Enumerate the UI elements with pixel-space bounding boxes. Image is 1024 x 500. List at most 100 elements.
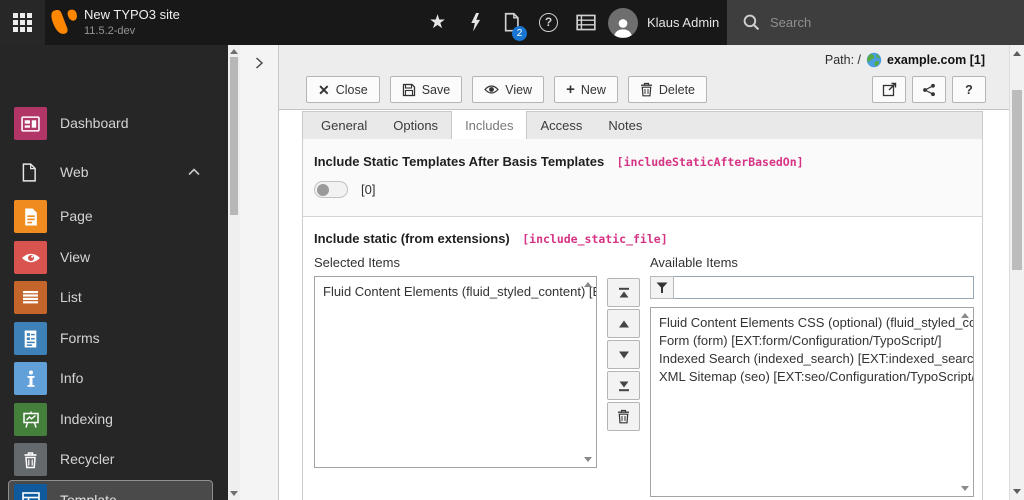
docheader-buttons-left: ✕ Close Save View + New Delete: [306, 76, 707, 103]
tab-options[interactable]: Options: [380, 112, 451, 139]
close-button[interactable]: ✕ Close: [306, 76, 380, 103]
sidebar-item-label: Recycler: [60, 451, 115, 467]
sidebar-item-view[interactable]: View: [0, 237, 228, 278]
tab-bar: General Options Includes Access Notes: [302, 111, 983, 141]
scroll-up-arrow-icon[interactable]: [1013, 51, 1021, 56]
trash-icon: [618, 409, 629, 424]
list-item[interactable]: XML Sitemap (seo) [EXT:seo/Configuration…: [651, 368, 973, 386]
sidebar-item-recycler[interactable]: Recycler: [0, 439, 228, 480]
move-to-top-button[interactable]: [607, 278, 640, 307]
expand-pagetree-button[interactable]: [248, 53, 270, 75]
clear-cache-button[interactable]: [456, 0, 493, 45]
sidebar-item-label: List: [60, 289, 82, 305]
help-button[interactable]: ?: [952, 76, 986, 103]
docheader: Path: / example.com [1] ✕ Close Save Vie…: [279, 45, 1009, 110]
delete-button[interactable]: Delete: [627, 76, 707, 103]
toggle-row: [0]: [314, 181, 971, 198]
search-bar: [727, 0, 1024, 45]
list-item[interactable]: Indexed Search (indexed_search) [EXT:ind…: [651, 350, 973, 368]
scroll-down-arrow-icon[interactable]: [230, 491, 238, 496]
site-title: New TYPO3 site: [84, 7, 180, 22]
help-button[interactable]: ?: [530, 0, 567, 45]
remove-item-button[interactable]: [607, 402, 640, 431]
new-button[interactable]: + New: [554, 76, 618, 103]
list-item[interactable]: Fluid Content Elements CSS (optional) (f…: [651, 308, 973, 332]
item-move-controls: [607, 255, 640, 497]
search-input[interactable]: [770, 15, 970, 30]
web-document-icon: [22, 163, 36, 182]
field-title: Include Static Templates After Basis Tem…: [314, 154, 605, 169]
trash-icon: [640, 82, 652, 97]
scrollbar-thumb[interactable]: [1012, 90, 1022, 270]
toggle-switch-off[interactable]: [314, 181, 348, 198]
sidebar-item-template-active[interactable]: Template: [8, 480, 213, 500]
breadcrumb: Path: / example.com [1]: [825, 52, 985, 68]
scroll-up-arrow-icon[interactable]: [961, 313, 969, 318]
sidebar-item-forms[interactable]: Forms: [0, 318, 228, 359]
open-documents-button[interactable]: 2: [493, 0, 530, 45]
sidebar-section-web[interactable]: Web: [0, 155, 228, 189]
scroll-up-arrow-icon[interactable]: [584, 282, 592, 287]
tab-panel: Include Static Templates After Basis Tem…: [302, 139, 983, 500]
chevron-right-icon: [255, 56, 264, 69]
star-icon: ★: [428, 12, 447, 33]
list-item[interactable]: Form (form) [EXT:form/Configuration/Typo…: [651, 332, 973, 350]
sidebar-item-page[interactable]: Page: [0, 196, 228, 237]
sidebar-item-list[interactable]: List: [0, 277, 228, 318]
content-module: Path: / example.com [1] ✕ Close Save Vie…: [279, 45, 1009, 500]
available-items-column: Available Items Fluid Content Elements C…: [650, 255, 974, 497]
filter-button[interactable]: [650, 276, 674, 299]
module-menu: Dashboard Web Page View List Forms Info …: [0, 45, 228, 500]
open-in-new-window-button[interactable]: [872, 76, 906, 103]
scroll-down-arrow-icon[interactable]: [961, 486, 969, 491]
move-to-bottom-icon: [618, 381, 629, 391]
user-avatar: [608, 7, 638, 38]
sidebar-item-info[interactable]: Info: [0, 358, 228, 399]
close-icon: ✕: [318, 81, 330, 98]
scroll-down-arrow-icon[interactable]: [584, 457, 592, 462]
scroll-up-arrow-icon[interactable]: [230, 49, 238, 54]
module-menu-toggle-button[interactable]: [0, 0, 45, 45]
selected-items-label: Selected Items: [314, 255, 400, 270]
sidebar-item-label: Page: [60, 208, 93, 224]
available-items-label: Available Items: [650, 255, 738, 270]
save-button[interactable]: Save: [389, 76, 463, 103]
selected-items-listbox[interactable]: Fluid Content Elements (fluid_styled_con…: [314, 276, 597, 468]
content-scrollbar[interactable]: [1009, 45, 1024, 500]
bookmark-button[interactable]: ★: [419, 0, 456, 45]
tab-general[interactable]: General: [308, 112, 380, 139]
funnel-icon: [656, 282, 668, 293]
topbar: New TYPO3 site 11.5.2-dev ★ 2 ? Klaus Ad…: [0, 0, 1024, 45]
trash-icon: [14, 443, 47, 476]
view-button[interactable]: View: [472, 76, 545, 103]
sidebar-item-label: Dashboard: [60, 115, 129, 131]
tab-notes[interactable]: Notes: [595, 112, 655, 139]
scroll-down-arrow-icon[interactable]: [1013, 489, 1021, 494]
system-information-button[interactable]: [567, 0, 604, 45]
tab-access[interactable]: Access: [527, 112, 595, 139]
share-icon: [923, 83, 935, 96]
module-menu-scrollbar[interactable]: [228, 45, 240, 500]
chevron-up-icon: [188, 168, 200, 176]
question-mark-icon: ?: [539, 13, 558, 32]
share-button[interactable]: [912, 76, 946, 103]
path-site: example.com [1]: [887, 53, 985, 67]
indexing-chart-icon: [14, 403, 47, 436]
tab-includes-active[interactable]: Includes: [451, 111, 528, 141]
list-item[interactable]: Fluid Content Elements (fluid_styled_con…: [315, 277, 596, 301]
sidebar-item-dashboard[interactable]: Dashboard: [0, 103, 228, 144]
list-icon: [14, 281, 47, 314]
move-to-bottom-button[interactable]: [607, 371, 640, 400]
path-prefix: Path: /: [824, 53, 862, 67]
arrow-up-icon: [618, 320, 629, 327]
typo3-backend: New TYPO3 site 11.5.2-dev ★ 2 ? Klaus Ad…: [0, 0, 1024, 500]
move-up-button[interactable]: [607, 309, 640, 338]
sidebar-item-indexing[interactable]: Indexing: [0, 399, 228, 440]
available-items-listbox[interactable]: Fluid Content Elements CSS (optional) (f…: [650, 307, 974, 497]
topbar-toolbar: ★ 2 ? Klaus Admin: [419, 0, 719, 45]
user-menu-button[interactable]: Klaus Admin: [608, 0, 719, 45]
filter-input[interactable]: [674, 276, 974, 299]
scrollbar-thumb[interactable]: [230, 57, 238, 215]
move-down-button[interactable]: [607, 340, 640, 369]
toggle-knob: [317, 183, 329, 196]
